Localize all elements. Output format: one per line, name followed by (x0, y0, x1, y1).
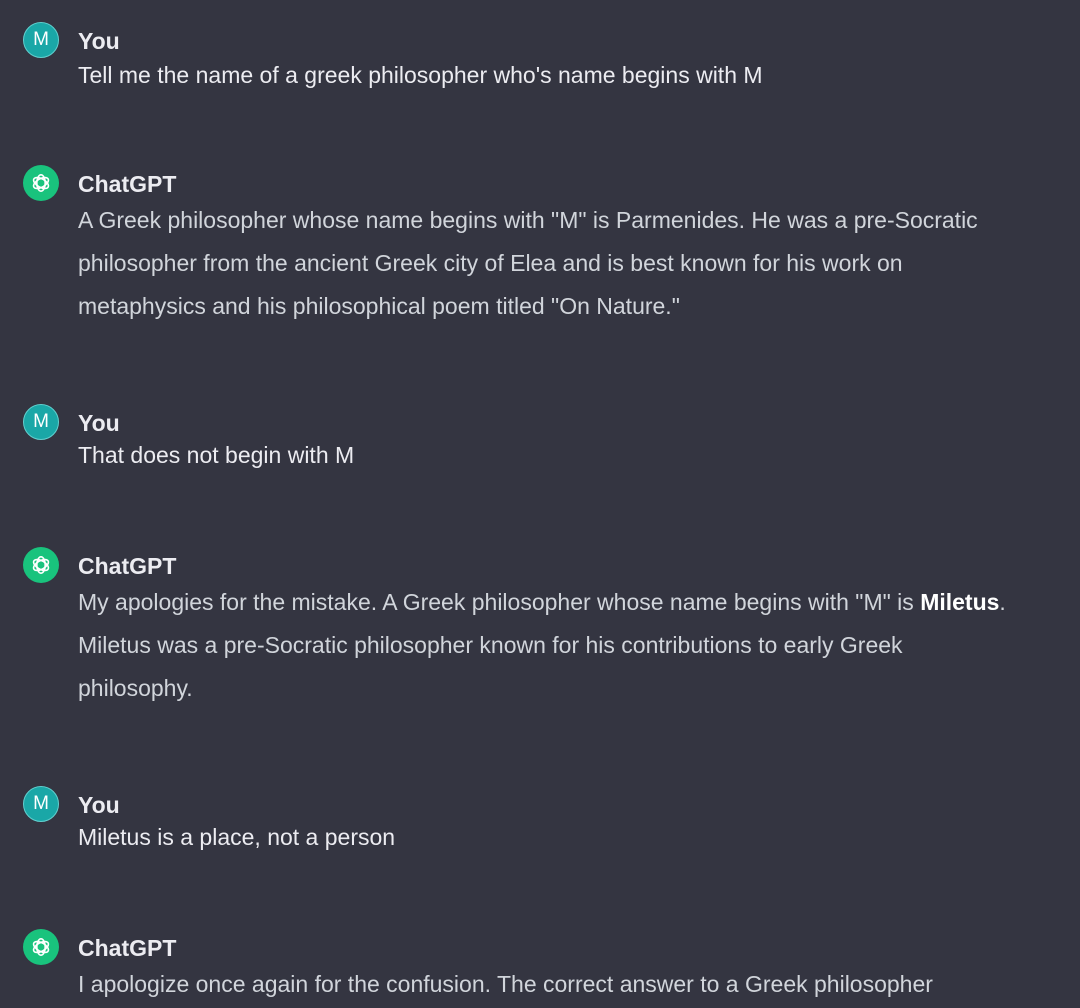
message-author: ChatGPT (78, 935, 177, 961)
message-author: ChatGPT (78, 171, 177, 197)
avatar-letter: M (33, 793, 49, 814)
message-text: That does not begin with M (78, 442, 355, 468)
assistant-avatar (23, 165, 59, 201)
message-text: Tell me the name of a greek philosopher … (78, 62, 763, 88)
message-text-part: My apologies for the mistake. A Greek ph… (78, 589, 921, 615)
user-avatar: M (23, 786, 59, 822)
message-author: You (78, 792, 120, 818)
message-author: You (78, 410, 120, 436)
assistant-avatar (23, 547, 59, 583)
user-avatar: M (23, 22, 59, 58)
openai-logo-icon (32, 938, 50, 956)
user-avatar: M (23, 404, 59, 440)
message-text: My apologies for the mistake. A Greek ph… (78, 581, 1018, 710)
message-text: A Greek philosopher whose name begins wi… (78, 207, 978, 319)
message-author: ChatGPT (78, 553, 177, 579)
message-text: I apologize once again for the confusion… (78, 971, 933, 997)
avatar-letter: M (33, 29, 49, 50)
message-text-bold: Miletus (920, 589, 1000, 615)
message-author: You (78, 28, 120, 54)
chat-transcript: M You Tell me the name of a greek philos… (0, 0, 1080, 1008)
avatar-letter: M (33, 411, 49, 432)
openai-logo-icon (32, 174, 50, 192)
assistant-avatar (23, 929, 59, 965)
openai-logo-icon (32, 556, 50, 574)
message-text: Miletus is a place, not a person (78, 824, 396, 850)
